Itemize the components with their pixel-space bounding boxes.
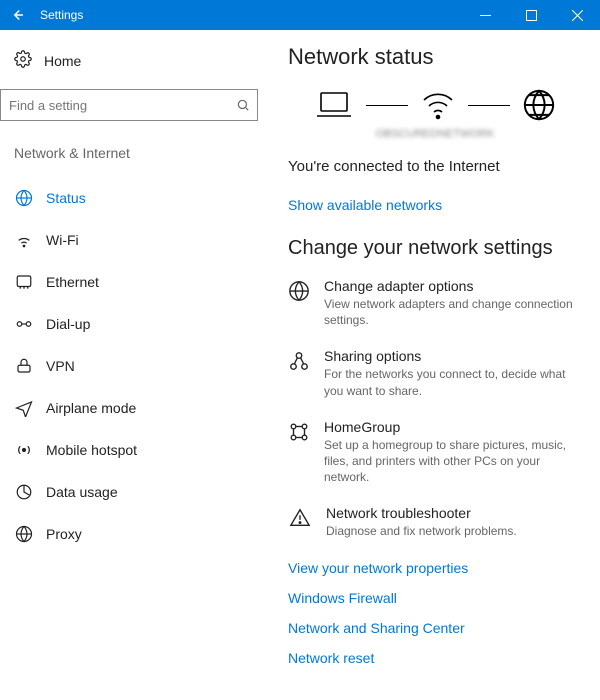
sidebar-item-vpn[interactable]: VPN	[0, 345, 270, 387]
option-title: Change adapter options	[324, 278, 582, 294]
sidebar-item-hotspot[interactable]: Mobile hotspot	[0, 429, 270, 471]
link-network-sharing-center[interactable]: Network and Sharing Center	[288, 620, 582, 636]
option-title: HomeGroup	[324, 419, 582, 435]
sidebar-item-dialup[interactable]: Dial-up	[0, 303, 270, 345]
gear-icon	[14, 50, 32, 71]
airplane-icon	[14, 399, 34, 417]
sidebar-item-label: Status	[46, 190, 86, 206]
connection-line	[468, 105, 510, 106]
home-label: Home	[44, 53, 81, 69]
minimize-button[interactable]	[462, 0, 508, 30]
connection-status: You're connected to the Internet	[288, 158, 582, 175]
laptop-icon	[314, 90, 354, 120]
back-button[interactable]	[8, 6, 26, 24]
sidebar-item-label: Wi-Fi	[46, 232, 79, 248]
homegroup-icon	[288, 419, 310, 486]
sidebar-group: Network & Internet	[0, 131, 270, 177]
title-bar: Settings	[0, 0, 600, 30]
adapter-icon	[288, 278, 310, 328]
connection-line	[366, 105, 408, 106]
link-network-reset[interactable]: Network reset	[288, 650, 582, 666]
page-title: Network status	[288, 44, 582, 70]
window-title: Settings	[40, 8, 83, 22]
sidebar-item-status[interactable]: Status	[0, 177, 270, 219]
wifi-icon	[14, 231, 34, 249]
wifi-router-icon	[420, 90, 456, 120]
sidebar-item-wifi[interactable]: Wi-Fi	[0, 219, 270, 261]
data-usage-icon	[14, 483, 34, 501]
sidebar-item-label: Proxy	[46, 526, 82, 542]
sidebar-item-datausage[interactable]: Data usage	[0, 471, 270, 513]
option-troubleshoot[interactable]: Network troubleshooter Diagnose and fix …	[288, 505, 582, 539]
option-title: Sharing options	[324, 348, 582, 364]
network-diagram	[288, 88, 582, 122]
search-icon	[236, 89, 250, 121]
sidebar-item-label: Dial-up	[46, 316, 90, 332]
main-content: Network status OBSCUREDNETWORK You're co…	[270, 30, 600, 700]
proxy-icon	[14, 525, 34, 543]
option-desc: Diagnose and fix network problems.	[326, 523, 517, 539]
sidebar-item-proxy[interactable]: Proxy	[0, 513, 270, 555]
sidebar-item-airplane[interactable]: Airplane mode	[0, 387, 270, 429]
sidebar-item-ethernet[interactable]: Ethernet	[0, 261, 270, 303]
network-name: OBSCUREDNETWORK	[288, 128, 582, 140]
option-sharing[interactable]: Sharing options For the networks you con…	[288, 348, 582, 398]
option-title: Network troubleshooter	[326, 505, 517, 521]
sidebar: Home Network & Internet Status Wi-Fi	[0, 30, 270, 700]
dialup-icon	[14, 315, 34, 333]
close-button[interactable]	[554, 0, 600, 30]
ethernet-icon	[14, 273, 34, 291]
vpn-icon	[14, 357, 34, 375]
sidebar-item-label: Mobile hotspot	[46, 442, 137, 458]
sidebar-item-label: Ethernet	[46, 274, 99, 290]
option-desc: View network adapters and change connect…	[324, 296, 582, 328]
show-available-networks-link[interactable]: Show available networks	[288, 197, 442, 213]
search-input[interactable]	[0, 89, 258, 121]
sidebar-item-label: Airplane mode	[46, 400, 136, 416]
warning-triangle-icon	[288, 505, 312, 539]
link-view-properties[interactable]: View your network properties	[288, 560, 582, 576]
change-settings-heading: Change your network settings	[288, 237, 582, 260]
hotspot-icon	[14, 441, 34, 459]
home-link[interactable]: Home	[0, 42, 270, 79]
option-desc: For the networks you connect to, decide …	[324, 366, 582, 398]
maximize-button[interactable]	[508, 0, 554, 30]
sidebar-item-label: VPN	[46, 358, 75, 374]
internet-globe-icon	[522, 88, 556, 122]
link-windows-firewall[interactable]: Windows Firewall	[288, 590, 582, 606]
globe-icon	[14, 189, 34, 207]
option-change-adapter[interactable]: Change adapter options View network adap…	[288, 278, 582, 328]
sharing-icon	[288, 348, 310, 398]
option-homegroup[interactable]: HomeGroup Set up a homegroup to share pi…	[288, 419, 582, 486]
sidebar-item-label: Data usage	[46, 484, 118, 500]
option-desc: Set up a homegroup to share pictures, mu…	[324, 437, 582, 486]
